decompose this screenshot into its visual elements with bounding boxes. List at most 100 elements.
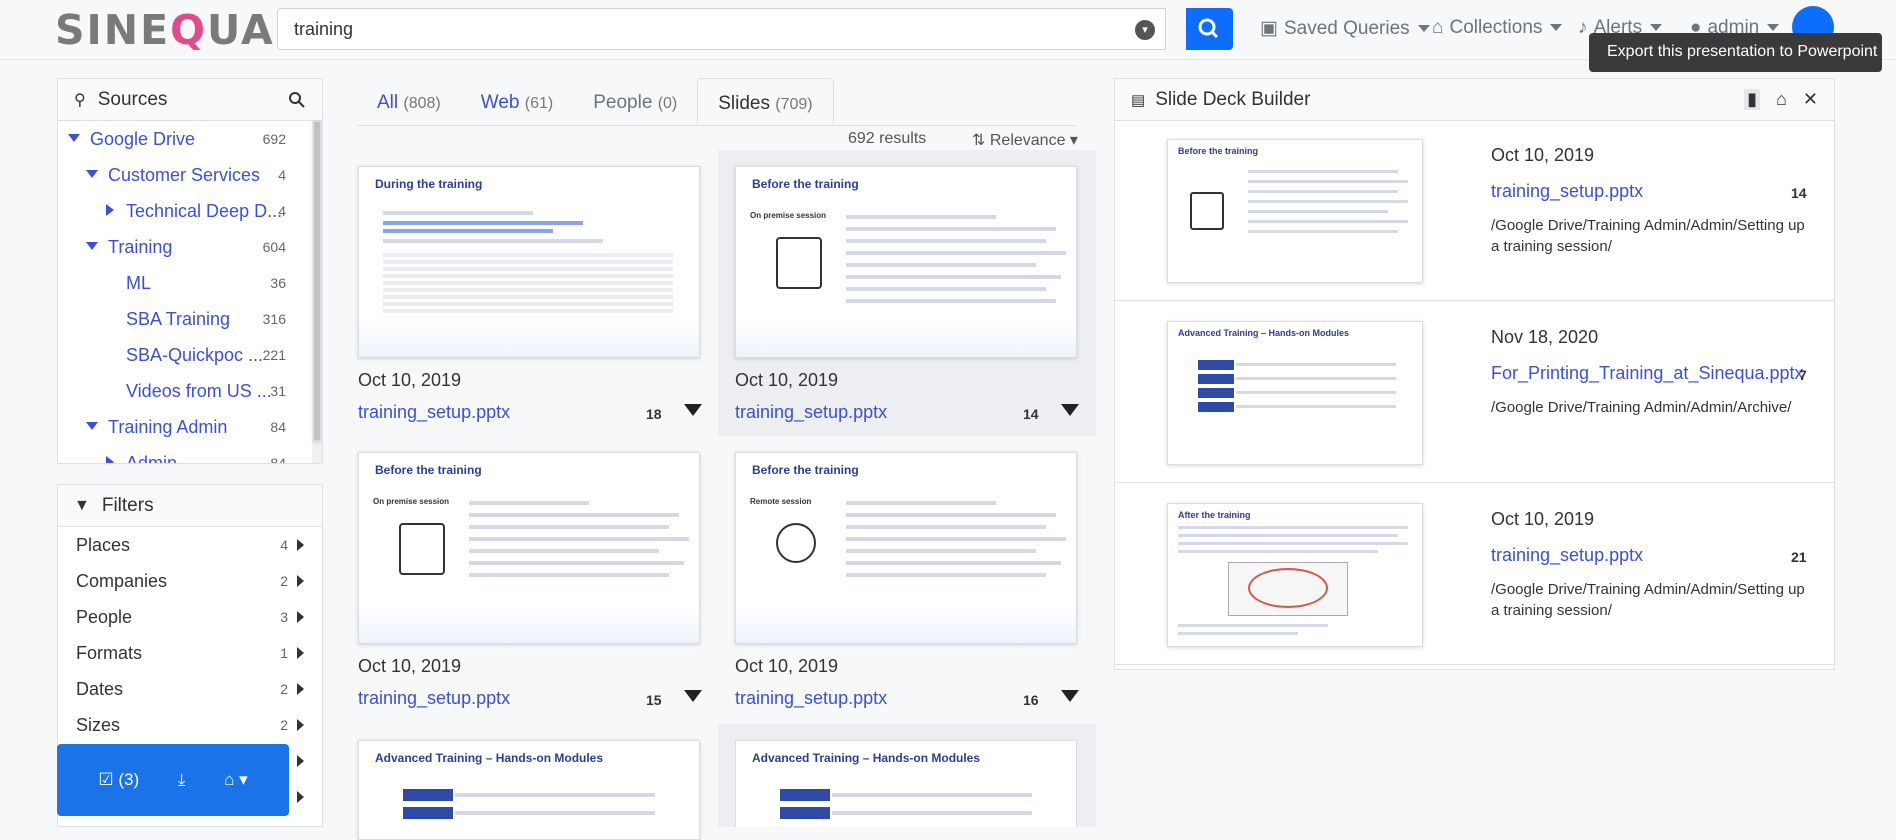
result-card[interactable]: During the training Oct 10, 2019 trainin… (358, 166, 734, 454)
tab-count: (709) (775, 96, 813, 113)
search-button[interactable] (1186, 8, 1233, 50)
tab-slides[interactable]: Slides (709) (697, 78, 834, 125)
slide-title: Advanced Training – Hands-on Modules (752, 751, 981, 765)
add-to-collection-button[interactable]: ⌂ ▾ (224, 770, 248, 790)
slide-thumbnail[interactable]: After the training (1167, 503, 1423, 647)
builder-item[interactable]: After the training Oct 10, 2019 training… (1115, 485, 1834, 665)
slide-thumbnail[interactable]: Advanced Training – Hands-on Modules (358, 740, 700, 840)
sinequa-logo[interactable]: SINEQUA (55, 6, 275, 54)
builder-item-filename[interactable]: training_setup.pptx (1491, 181, 1643, 202)
slide-thumbnail[interactable]: Before the training Remote session (735, 452, 1077, 644)
builder-item-filename[interactable]: training_setup.pptx (1491, 545, 1643, 566)
sort-icon: ⇅ (972, 132, 986, 149)
tree-item-google-drive[interactable]: Google Drive 692 (58, 121, 314, 157)
filter-icon[interactable] (684, 404, 702, 416)
chevron-down-icon (1550, 24, 1563, 32)
tree-item-label: Admin (126, 453, 178, 464)
result-card[interactable]: Before the training Remote session Oct 1… (735, 452, 1111, 740)
tab-count: (61) (524, 95, 554, 112)
checkbox-icon: ☑ (98, 770, 114, 789)
slide-title: During the training (375, 177, 483, 191)
builder-header: ▤ Slide Deck Builder (1115, 79, 1834, 121)
slide-title: Before the training (1178, 146, 1259, 156)
tree-item-customer-services[interactable]: Customer Services 4 (58, 157, 314, 193)
sources-panel: ⚲ Sources Google Drive 692 Customer Servi… (57, 78, 323, 464)
sources-scrollbar[interactable] (312, 121, 322, 463)
tree-item-training-admin[interactable]: Training Admin 84 (58, 409, 314, 445)
slide-title: Before the training (375, 463, 482, 477)
filter-people[interactable]: People 3 (58, 599, 322, 635)
filter-sizes[interactable]: Sizes 2 (58, 707, 322, 743)
result-card[interactable]: Advanced Training – Hands-on Modules (718, 724, 1096, 827)
builder-item-filename[interactable]: For_Printing_Training_at_Sinequa.pptx (1491, 363, 1804, 384)
presenter-icon (1190, 192, 1224, 230)
tab-web[interactable]: Web (61) (461, 78, 573, 125)
results-count: 692 results (848, 130, 927, 147)
slide-thumbnail[interactable]: During the training (358, 166, 700, 358)
filter-icon[interactable] (1061, 690, 1079, 702)
caret-right-icon (297, 719, 304, 731)
slide-thumbnail[interactable]: Before the training On premise session (735, 166, 1077, 358)
filter-icon[interactable] (1061, 404, 1079, 416)
tab-label: Slides (718, 93, 770, 114)
tree-item-admin[interactable]: Admin 84 (58, 445, 314, 464)
chevron-down-icon: ▾ (239, 770, 248, 789)
sort-label: Relevance (989, 132, 1066, 149)
filter-label: People (76, 607, 133, 627)
tree-item-label: SBA Training (126, 309, 231, 329)
caret-right-icon (106, 456, 114, 463)
tree-item-count: 31 (270, 383, 286, 399)
selected-count-button[interactable]: ☑ (3) (98, 770, 139, 790)
tab-people[interactable]: People (0) (573, 78, 697, 125)
result-filename[interactable]: training_setup.pptx (358, 688, 510, 709)
tree-item-count: 604 (262, 239, 286, 255)
inbox-icon[interactable]: ⌂ (1776, 89, 1787, 110)
caret-right-icon (106, 204, 114, 216)
builder-actions: ▮ ⌂ ✕ (1744, 89, 1818, 110)
sources-header: ⚲ Sources (58, 79, 322, 121)
scrollbar-thumb[interactable] (313, 121, 321, 441)
sort-menu[interactable]: ⇅ Relevance ▾ (972, 130, 1078, 150)
collections-menu[interactable]: ⌂ Collections (1432, 17, 1563, 39)
tree-item-label: Customer Services (108, 165, 261, 185)
slide-thumbnail[interactable]: Advanced Training – Hands-on Modules (735, 740, 1077, 827)
filter-formats[interactable]: Formats 1 (58, 635, 322, 671)
result-card[interactable]: Advanced Training – Hands-on Modules (358, 740, 734, 840)
export-powerpoint-button[interactable]: ▮ (1744, 89, 1761, 110)
filters-title: Filters (101, 494, 154, 516)
filter-companies[interactable]: Companies 2 (58, 563, 322, 599)
tree-item-count: 4 (278, 167, 286, 183)
filter-dates[interactable]: Dates 2 (58, 671, 322, 707)
download-button[interactable]: ⤓ (178, 770, 186, 790)
tree-item-sba-training[interactable]: SBA Training 316 (58, 301, 314, 337)
slide-thumbnail[interactable]: Before the training On premise session (358, 452, 700, 644)
close-icon[interactable]: ✕ (1803, 89, 1818, 110)
filter-count: 4 (280, 537, 288, 553)
tree-item-sba-quickpoc[interactable]: SBA-Quickpoc ... 221 (58, 337, 314, 373)
result-filename[interactable]: training_setup.pptx (735, 688, 887, 709)
result-filename[interactable]: training_setup.pptx (358, 402, 510, 423)
builder-item[interactable]: Before the training Oct 10, 2019 trainin… (1115, 121, 1834, 301)
filter-count: 1 (280, 645, 288, 661)
tree-item-ml[interactable]: ML 36 (58, 265, 314, 301)
tree-item-training[interactable]: Training 604 (58, 229, 314, 265)
result-card-selected[interactable]: Before the training On premise session O… (718, 150, 1096, 436)
sitemap-icon: ⚲ (74, 91, 86, 109)
slide-thumbnail[interactable]: Before the training (1167, 139, 1423, 283)
search-input[interactable] (278, 9, 1098, 50)
chevron-down-icon (1767, 24, 1780, 32)
search-options-icon[interactable]: ▾ (1135, 20, 1155, 40)
search-icon[interactable] (288, 91, 306, 109)
tab-all[interactable]: All (808) (357, 78, 461, 125)
builder-item[interactable]: Advanced Training – Hands-on Modules Nov… (1115, 303, 1834, 483)
tree-item-technical-deep-dive[interactable]: Technical Deep D... 4 (58, 193, 314, 229)
slide-thumbnail[interactable]: Advanced Training – Hands-on Modules (1167, 321, 1423, 465)
saved-queries-menu[interactable]: ▣ Saved Queries (1260, 17, 1430, 40)
filter-places[interactable]: Places 4 (58, 527, 322, 563)
result-card[interactable]: Before the training On premise session O… (358, 452, 734, 740)
caret-down-icon (68, 134, 80, 142)
filter-label: Sizes (76, 715, 121, 735)
filter-icon[interactable] (684, 690, 702, 702)
result-filename[interactable]: training_setup.pptx (735, 402, 887, 423)
tree-item-videos[interactable]: Videos from US ... 31 (58, 373, 314, 409)
